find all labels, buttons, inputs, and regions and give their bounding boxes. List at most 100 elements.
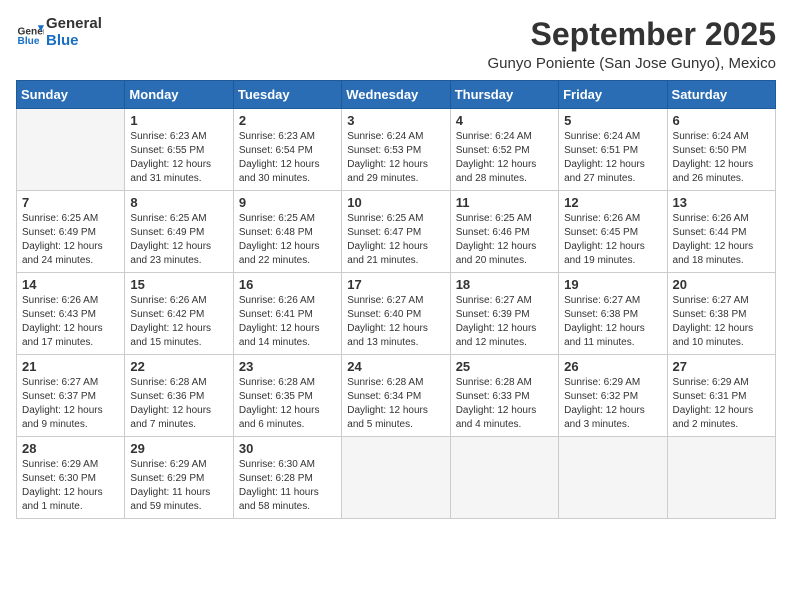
day-info: Sunrise: 6:24 AMSunset: 6:51 PMDaylight:… — [564, 130, 661, 186]
day-number: 19 — [564, 277, 661, 292]
title-area: September 2025 Gunyo Poniente (San Jose … — [488, 16, 777, 72]
calendar-cell: 2 Sunrise: 6:23 AMSunset: 6:54 PMDaylight… — [233, 109, 341, 191]
calendar-cell: 28 Sunrise: 6:29 AMSunset: 6:30 PMDayligh… — [17, 437, 125, 519]
day-info: Sunrise: 6:25 AMSunset: 6:48 PMDaylight:… — [239, 212, 336, 268]
calendar-cell: 3Sunrise: 6:24 AMSunset: 6:53 PMDaylight… — [342, 109, 450, 191]
calendar-cell: 7Sunrise: 6:25 AMSunset: 6:49 PMDaylight… — [17, 191, 125, 273]
calendar-cell: 11 Sunrise: 6:25 AMSunset: 6:46 PMDayligh… — [450, 191, 558, 273]
weekday-header-monday: Monday — [125, 81, 233, 109]
day-info: Sunrise: 6:25 AMSunset: 6:47 PMDaylight:… — [347, 212, 444, 268]
day-number: 11 — [456, 195, 553, 210]
day-number: 26 — [564, 359, 661, 374]
day-info: Sunrise: 6:27 AMSunset: 6:40 PMDaylight:… — [347, 294, 444, 350]
week-row-2: 14 Sunrise: 6:26 AMSunset: 6:43 PMDayligh… — [17, 273, 776, 355]
day-number: 17 — [347, 277, 444, 292]
day-number: 5 — [564, 113, 661, 128]
calendar-cell: 4 Sunrise: 6:24 AMSunset: 6:52 PMDaylight… — [450, 109, 558, 191]
calendar-cell: 14 Sunrise: 6:26 AMSunset: 6:43 PMDayligh… — [17, 273, 125, 355]
day-info: Sunrise: 6:27 AMSunset: 6:37 PMDaylight:… — [22, 376, 119, 432]
day-info: Sunrise: 6:29 AMSunset: 6:29 PMDaylight:… — [130, 458, 227, 514]
day-info: Sunrise: 6:28 AMSunset: 6:33 PMDaylight:… — [456, 376, 553, 432]
calendar-cell: 12 Sunrise: 6:26 AMSunset: 6:45 PMDayligh… — [559, 191, 667, 273]
weekday-header-tuesday: Tuesday — [233, 81, 341, 109]
calendar-cell: 27 Sunrise: 6:29 AMSunset: 6:31 PMDayligh… — [667, 355, 775, 437]
day-number: 21 — [22, 359, 119, 374]
logo: General Blue General Blue — [16, 16, 102, 49]
day-number: 12 — [564, 195, 661, 210]
calendar-cell: 9 Sunrise: 6:25 AMSunset: 6:48 PMDaylight… — [233, 191, 341, 273]
calendar-cell — [17, 109, 125, 191]
week-row-4: 28 Sunrise: 6:29 AMSunset: 6:30 PMDayligh… — [17, 437, 776, 519]
day-info: Sunrise: 6:25 AMSunset: 6:46 PMDaylight:… — [456, 212, 553, 268]
day-info: Sunrise: 6:24 AMSunset: 6:53 PMDaylight:… — [347, 130, 444, 186]
day-info: Sunrise: 6:26 AMSunset: 6:44 PMDaylight:… — [673, 212, 770, 268]
day-info: Sunrise: 6:23 AMSunset: 6:55 PMDaylight:… — [130, 130, 227, 186]
calendar-cell — [450, 437, 558, 519]
calendar-cell — [667, 437, 775, 519]
weekday-header-friday: Friday — [559, 81, 667, 109]
calendar-cell: 25 Sunrise: 6:28 AMSunset: 6:33 PMDayligh… — [450, 355, 558, 437]
day-number: 9 — [239, 195, 336, 210]
day-number: 14 — [22, 277, 119, 292]
calendar-cell: 15 Sunrise: 6:26 AMSunset: 6:42 PMDayligh… — [125, 273, 233, 355]
logo-general: General — [46, 16, 102, 33]
calendar-cell: 30 Sunrise: 6:30 AMSunset: 6:28 PMDayligh… — [233, 437, 341, 519]
calendar-cell: 8Sunrise: 6:25 AMSunset: 6:49 PMDaylight… — [125, 191, 233, 273]
calendar-cell — [342, 437, 450, 519]
day-number: 24 — [347, 359, 444, 374]
calendar-cell: 18Sunrise: 6:27 AMSunset: 6:39 PMDayligh… — [450, 273, 558, 355]
day-number: 25 — [456, 359, 553, 374]
day-info: Sunrise: 6:24 AMSunset: 6:50 PMDaylight:… — [673, 130, 770, 186]
day-number: 2 — [239, 113, 336, 128]
calendar-cell: 17 Sunrise: 6:27 AMSunset: 6:40 PMDayligh… — [342, 273, 450, 355]
day-number: 15 — [130, 277, 227, 292]
month-title: September 2025 — [488, 16, 777, 53]
day-info: Sunrise: 6:25 AMSunset: 6:49 PMDaylight:… — [22, 212, 119, 268]
day-info: Sunrise: 6:29 AMSunset: 6:30 PMDaylight:… — [22, 458, 119, 514]
day-info: Sunrise: 6:29 AMSunset: 6:31 PMDaylight:… — [673, 376, 770, 432]
day-number: 27 — [673, 359, 770, 374]
weekday-header-row: SundayMondayTuesdayWednesdayThursdayFrid… — [17, 81, 776, 109]
day-number: 1 — [130, 113, 227, 128]
day-number: 30 — [239, 441, 336, 456]
day-number: 22 — [130, 359, 227, 374]
calendar-cell: 10 Sunrise: 6:25 AMSunset: 6:47 PMDayligh… — [342, 191, 450, 273]
header: General Blue General Blue September 2025… — [16, 16, 776, 72]
calendar-cell: 1 Sunrise: 6:23 AMSunset: 6:55 PMDaylight… — [125, 109, 233, 191]
location-title: Gunyo Poniente (San Jose Gunyo), Mexico — [488, 55, 777, 72]
calendar-cell: 5 Sunrise: 6:24 AMSunset: 6:51 PMDaylight… — [559, 109, 667, 191]
day-info: Sunrise: 6:23 AMSunset: 6:54 PMDaylight:… — [239, 130, 336, 186]
day-number: 13 — [673, 195, 770, 210]
day-info: Sunrise: 6:26 AMSunset: 6:45 PMDaylight:… — [564, 212, 661, 268]
day-number: 29 — [130, 441, 227, 456]
svg-text:Blue: Blue — [18, 35, 40, 46]
day-info: Sunrise: 6:24 AMSunset: 6:52 PMDaylight:… — [456, 130, 553, 186]
weekday-header-sunday: Sunday — [17, 81, 125, 109]
week-row-0: 1 Sunrise: 6:23 AMSunset: 6:55 PMDaylight… — [17, 109, 776, 191]
calendar-cell: 26 Sunrise: 6:29 AMSunset: 6:32 PMDayligh… — [559, 355, 667, 437]
day-info: Sunrise: 6:26 AMSunset: 6:43 PMDaylight:… — [22, 294, 119, 350]
week-row-1: 7Sunrise: 6:25 AMSunset: 6:49 PMDaylight… — [17, 191, 776, 273]
day-number: 6 — [673, 113, 770, 128]
day-number: 28 — [22, 441, 119, 456]
calendar-cell: 29 Sunrise: 6:29 AMSunset: 6:29 PMDayligh… — [125, 437, 233, 519]
calendar-cell: 19 Sunrise: 6:27 AMSunset: 6:38 PMDayligh… — [559, 273, 667, 355]
day-info: Sunrise: 6:28 AMSunset: 6:35 PMDaylight:… — [239, 376, 336, 432]
calendar-cell: 22Sunrise: 6:28 AMSunset: 6:36 PMDayligh… — [125, 355, 233, 437]
day-info: Sunrise: 6:26 AMSunset: 6:42 PMDaylight:… — [130, 294, 227, 350]
day-info: Sunrise: 6:27 AMSunset: 6:39 PMDaylight:… — [456, 294, 553, 350]
day-number: 4 — [456, 113, 553, 128]
day-info: Sunrise: 6:30 AMSunset: 6:28 PMDaylight:… — [239, 458, 336, 514]
weekday-header-wednesday: Wednesday — [342, 81, 450, 109]
day-info: Sunrise: 6:28 AMSunset: 6:34 PMDaylight:… — [347, 376, 444, 432]
calendar-cell: 24 Sunrise: 6:28 AMSunset: 6:34 PMDayligh… — [342, 355, 450, 437]
day-number: 10 — [347, 195, 444, 210]
calendar-cell: 23 Sunrise: 6:28 AMSunset: 6:35 PMDayligh… — [233, 355, 341, 437]
day-info: Sunrise: 6:29 AMSunset: 6:32 PMDaylight:… — [564, 376, 661, 432]
calendar-cell — [559, 437, 667, 519]
day-number: 16 — [239, 277, 336, 292]
calendar-cell: 13 Sunrise: 6:26 AMSunset: 6:44 PMDayligh… — [667, 191, 775, 273]
day-number: 23 — [239, 359, 336, 374]
day-info: Sunrise: 6:25 AMSunset: 6:49 PMDaylight:… — [130, 212, 227, 268]
day-info: Sunrise: 6:27 AMSunset: 6:38 PMDaylight:… — [564, 294, 661, 350]
